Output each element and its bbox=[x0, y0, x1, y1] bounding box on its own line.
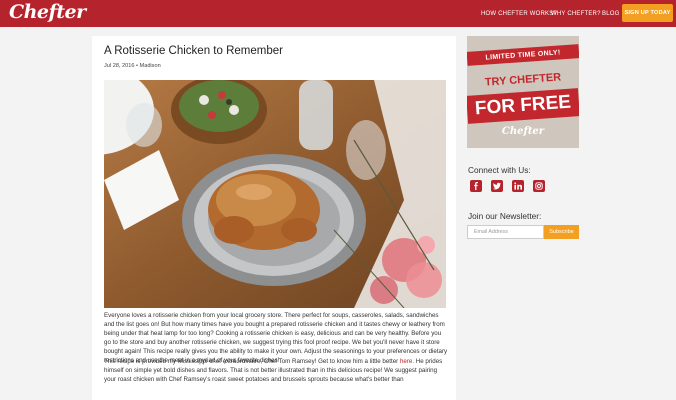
linkedin-icon[interactable] bbox=[512, 180, 524, 192]
chef-bio-link[interactable]: here bbox=[400, 358, 412, 365]
nav-blog[interactable]: BLOG bbox=[602, 0, 619, 27]
nav-how-chefter-works[interactable]: HOW CHEFTER WORKS? bbox=[481, 0, 557, 27]
subscribe-button[interactable]: Subscribe bbox=[544, 225, 579, 239]
email-address-input[interactable]: Email Address bbox=[467, 225, 544, 239]
post-title: A Rotisserie Chicken to Remember bbox=[104, 45, 283, 57]
nav-why-chefter[interactable]: WHY CHEFTER? bbox=[551, 0, 601, 27]
chefter-logo[interactable]: Chefter bbox=[9, 1, 86, 23]
sign-up-button[interactable]: SIGN UP TODAY bbox=[622, 4, 673, 22]
promo-for-free-ribbon: FOR FREE bbox=[467, 88, 579, 124]
article-paragraph-2: This recipe is provided my Mississippi c… bbox=[104, 357, 448, 384]
post-meta: Jul 28, 2016 • Madison bbox=[104, 63, 161, 69]
twitter-icon[interactable] bbox=[491, 180, 503, 192]
promo-chefter-logo: Chefter bbox=[501, 126, 545, 137]
promo-limited-time-ribbon: LIMITED TIME ONLY! bbox=[467, 44, 579, 66]
free-trial-promo-banner[interactable]: LIMITED TIME ONLY! TRY CHEFTER FOR FREE … bbox=[467, 36, 579, 148]
rotisserie-chicken-photo bbox=[104, 80, 446, 308]
newsletter-heading: Join our Newsletter: bbox=[468, 211, 542, 221]
top-navbar: Chefter HOW CHEFTER WORKS? WHY CHEFTER? … bbox=[0, 0, 676, 27]
connect-heading: Connect with Us: bbox=[468, 165, 531, 175]
instagram-icon[interactable] bbox=[533, 180, 545, 192]
facebook-icon[interactable] bbox=[470, 180, 482, 192]
paragraph-2-text-before: This recipe is provided my Mississippi c… bbox=[104, 358, 400, 365]
promo-try-chefter-text: TRY CHEFTER bbox=[484, 71, 562, 89]
